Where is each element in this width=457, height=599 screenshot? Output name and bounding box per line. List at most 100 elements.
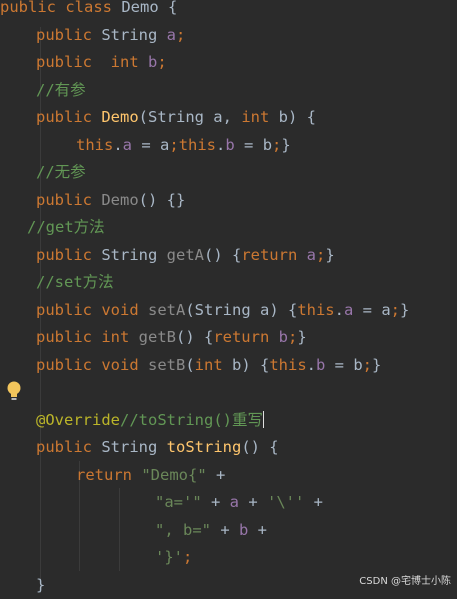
code-line[interactable]: public String getA() {return a;} — [36, 242, 335, 269]
code-token: + — [248, 520, 268, 539]
code-token: getA — [166, 245, 204, 264]
code-token: ; — [176, 25, 186, 44]
code-token: ; — [183, 548, 193, 566]
code-token: void — [101, 355, 148, 374]
code-token: public — [36, 25, 102, 44]
code-token: b — [239, 520, 249, 539]
code-line[interactable]: } — [36, 572, 45, 599]
code-line[interactable]: "a='" + a + '\'' + — [155, 489, 323, 516]
text-caret — [262, 410, 264, 428]
lightbulb-icon[interactable] — [5, 380, 23, 402]
code-token: b) { — [232, 355, 270, 374]
code-line[interactable]: '}'; — [155, 544, 192, 571]
code-token: ; — [157, 53, 167, 71]
code-token: b — [316, 355, 326, 374]
code-token: int — [241, 108, 279, 126]
code-token: } — [325, 245, 335, 264]
code-token: } — [372, 355, 382, 374]
code-token: public — [36, 190, 102, 209]
code-token: + — [304, 493, 324, 511]
code-token: return — [241, 245, 307, 264]
code-token: public — [36, 108, 102, 126]
code-token: public — [36, 300, 102, 319]
code-token: //set方法 — [36, 273, 114, 291]
code-token: toString — [166, 438, 242, 456]
code-token: @Override — [36, 410, 120, 429]
code-token: this — [297, 300, 335, 319]
code-token: Demo — [101, 108, 139, 126]
code-line[interactable]: public Demo() {} — [36, 187, 185, 214]
code-line[interactable]: public String toString() { — [36, 434, 279, 461]
code-token: setB — [148, 355, 186, 374]
code-line[interactable]: this.a = a;this.b = b;} — [76, 132, 291, 159]
code-token: = b — [325, 355, 363, 374]
code-token: + — [206, 465, 226, 484]
code-token: ; — [390, 300, 400, 319]
code-line[interactable]: return "Demo{" + — [76, 462, 225, 489]
code-token: int — [194, 355, 232, 374]
code-token: . — [306, 355, 316, 374]
code-token: return — [213, 328, 279, 346]
code-token: ; — [362, 355, 373, 374]
code-token: } — [281, 135, 291, 154]
code-token: = a — [132, 135, 170, 154]
code-token: b) { — [278, 108, 316, 126]
watermark: CSDN @宅博士小陈 — [359, 576, 451, 587]
code-token: = b — [234, 135, 273, 154]
code-token: } — [36, 575, 46, 594]
code-line[interactable]: public void setA(String a) {this.a = a;} — [36, 297, 409, 324]
code-token: ", b=" — [155, 520, 211, 539]
code-token: b — [147, 53, 158, 71]
code-token: getB — [138, 328, 176, 346]
code-token: ( — [185, 355, 195, 374]
code-token: a — [122, 135, 133, 154]
code-line[interactable]: public class Demo { — [0, 0, 177, 21]
code-editor[interactable]: public class Demo {public String a; publi… — [0, 0, 457, 594]
code-token: "a='" — [155, 493, 202, 511]
code-token: ; — [287, 328, 298, 346]
code-line[interactable]: public int getB() {return b;} — [36, 324, 307, 351]
code-token: () { — [175, 328, 214, 346]
indent-guide — [119, 488, 120, 571]
code-token: this — [269, 355, 307, 374]
code-token: + — [211, 520, 239, 539]
code-token: "Demo{" — [141, 465, 207, 484]
code-token: int — [101, 328, 139, 346]
code-token: ; — [169, 135, 179, 154]
code-token: public — [36, 53, 111, 71]
code-token: ; — [315, 245, 326, 264]
code-token: public — [36, 438, 102, 456]
code-token: setA — [148, 300, 186, 319]
code-token: . — [334, 300, 344, 319]
code-token: public — [36, 328, 102, 346]
code-token: '}' — [155, 548, 183, 566]
code-line[interactable]: public int b; — [36, 49, 167, 76]
code-line[interactable]: //无参 — [36, 159, 86, 186]
code-line[interactable]: public String a; — [36, 22, 185, 49]
code-token: . — [113, 135, 123, 154]
code-token: b — [225, 135, 235, 154]
code-line[interactable]: //set方法 — [36, 269, 114, 296]
code-token: + — [239, 493, 268, 511]
code-line[interactable]: public Demo(String a, int b) { — [36, 104, 316, 131]
code-token: (String a) { — [185, 300, 298, 319]
code-token: Demo — [101, 190, 139, 209]
code-token: b — [278, 328, 288, 346]
code-token: (String a, — [138, 108, 242, 126]
code-token: } — [297, 328, 307, 346]
code-line[interactable]: ", b=" + b + — [155, 517, 267, 544]
code-token: = a — [353, 300, 391, 319]
code-line[interactable]: public void setB(int b) {this.b = b;} — [36, 352, 381, 379]
code-token: this — [178, 135, 217, 154]
code-token: //get方法 — [27, 218, 105, 236]
code-line[interactable]: @Override//toString()重写 — [36, 407, 264, 434]
code-token: class — [65, 0, 122, 16]
code-token: '\'' — [267, 493, 305, 511]
code-token: String — [101, 438, 167, 456]
code-token: () { — [241, 438, 279, 456]
code-line[interactable]: //get方法 — [27, 214, 105, 241]
code-token: public — [36, 245, 102, 264]
code-token: return — [76, 465, 142, 484]
code-line[interactable]: //有参 — [36, 77, 86, 104]
code-token: + — [201, 493, 230, 511]
